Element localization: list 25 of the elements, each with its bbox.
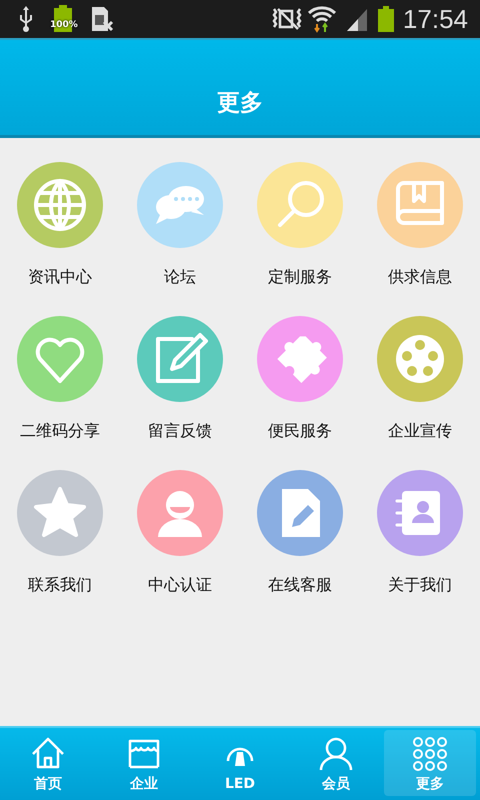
clock-time: 17:54 [402, 6, 468, 32]
tab-bar-item[interactable]: 会员 [288, 730, 384, 796]
feature-label: 联系我们 [28, 574, 92, 596]
tab-bar-item[interactable]: 更多 [384, 730, 476, 796]
feature-label: 便民服务 [268, 420, 332, 442]
apps-grid-icon [412, 736, 448, 772]
tab-bar-item[interactable]: 首页 [0, 730, 96, 796]
feature-label: 关于我们 [388, 574, 452, 596]
tab-bar-item[interactable]: 企业 [96, 730, 192, 796]
page-title: 更多 [217, 90, 263, 118]
tab-bar-item[interactable]: LED [192, 730, 288, 796]
wifi-icon [306, 4, 337, 34]
globe-icon [32, 177, 88, 233]
feature-label: 论坛 [164, 266, 196, 288]
user-icon [318, 736, 354, 772]
feature-label: 留言反馈 [148, 420, 212, 442]
battery-icon [376, 5, 395, 33]
feature-label: 定制服务 [268, 266, 332, 288]
feature-label: 资讯中心 [28, 266, 92, 288]
feature-label: 在线客服 [268, 574, 332, 596]
sim-card-icon [90, 6, 114, 32]
feature-label: 企业宣传 [388, 420, 452, 442]
feature-label: 供求信息 [388, 266, 452, 288]
feature-label: 中心认证 [148, 574, 212, 596]
feature-label: 二维码分享 [20, 420, 100, 442]
